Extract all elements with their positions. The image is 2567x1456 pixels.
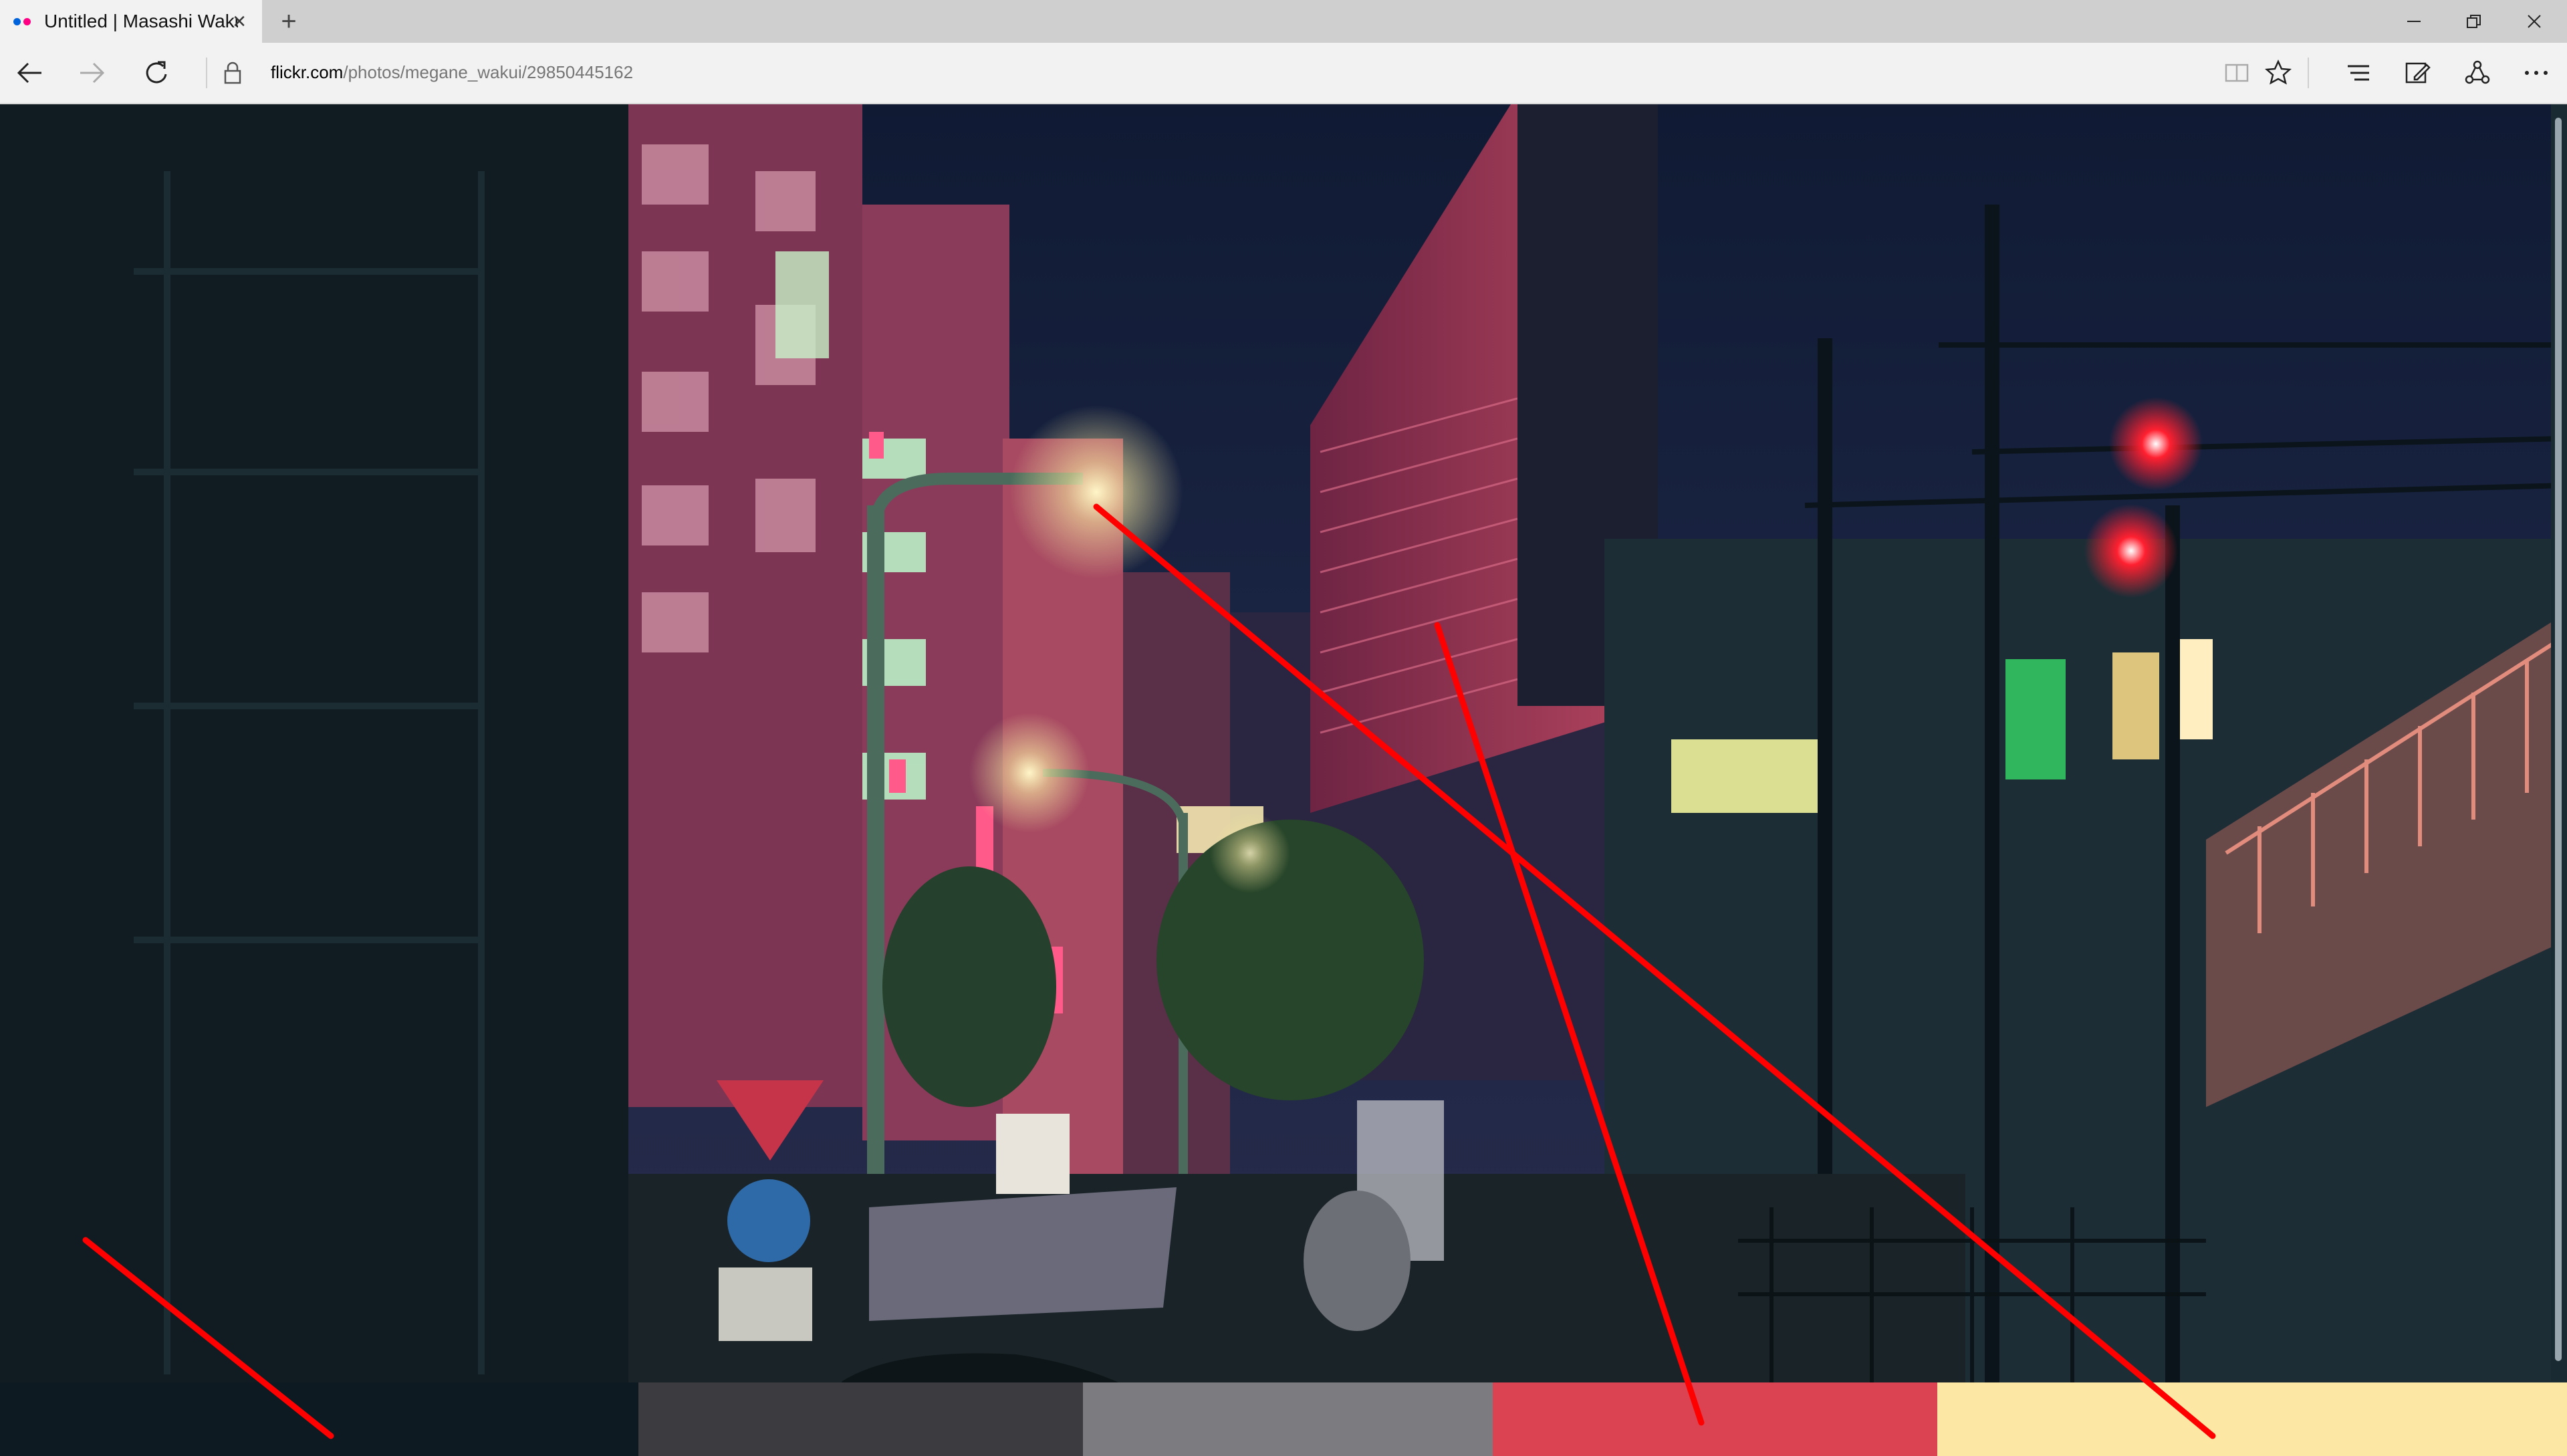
refresh-icon[interactable] [136,53,176,93]
lock-icon [221,61,245,85]
tab-strip: Untitled | Masashi Wakui × + [0,0,2567,43]
tab-title: Untitled | Masashi Wakui [44,11,238,31]
vertical-scrollbar[interactable] [2551,104,2567,1381]
restore-icon[interactable] [2444,0,2504,43]
forward-icon[interactable] [72,53,112,93]
url-path: /photos/megane_wakui/29850445162 [343,62,634,82]
share-icon[interactable] [2457,53,2497,93]
close-tab-icon[interactable]: × [226,8,253,35]
photo [0,104,2567,1456]
palette-swatch [1937,1382,2567,1456]
palette-swatch [1083,1382,1493,1456]
flickr-favicon-icon [13,17,31,25]
minimize-icon[interactable] [2384,0,2444,43]
back-icon[interactable] [9,53,49,93]
url-domain: flickr.com [271,62,344,82]
address-bar: flickr.com/photos/megane_wakui/298504451… [0,43,2567,104]
close-window-icon[interactable] [2504,0,2564,43]
palette-swatch [1493,1382,1937,1456]
web-note-icon[interactable] [2397,53,2437,93]
more-options-icon[interactable] [2516,53,2556,93]
favorite-star-icon[interactable] [2258,53,2298,93]
browser-tab[interactable]: Untitled | Masashi Wakui × [0,0,262,43]
new-tab-icon[interactable]: + [275,8,302,35]
color-palette [0,1382,2567,1456]
hub-icon[interactable] [2338,53,2378,93]
scrollbar-thumb[interactable] [2555,118,2562,1361]
url-field[interactable]: flickr.com/photos/megane_wakui/298504451… [271,62,633,83]
palette-swatch [0,1382,638,1456]
palette-swatch [638,1382,1083,1456]
reading-view-icon[interactable] [2217,53,2257,93]
